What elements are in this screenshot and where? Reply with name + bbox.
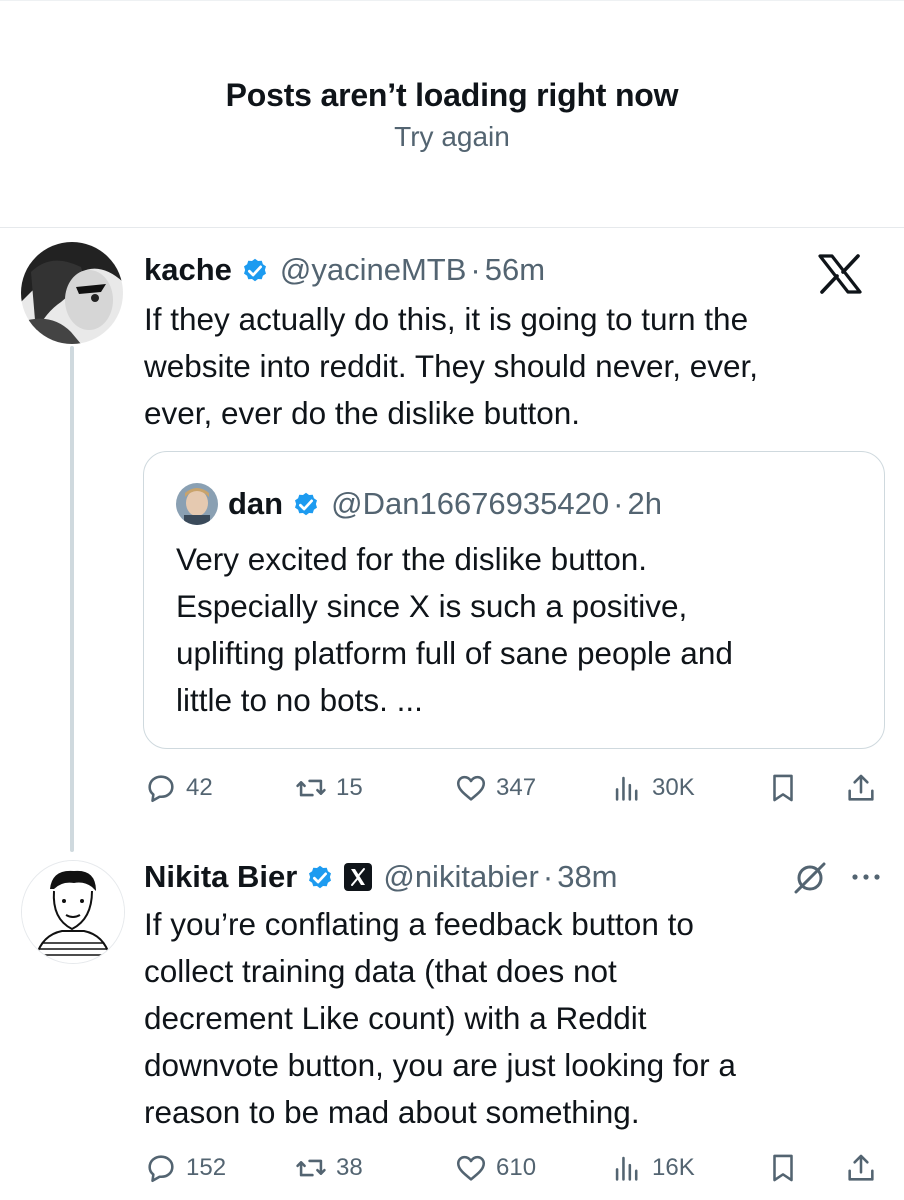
views-count: 30K [652, 774, 695, 801]
reply-button[interactable]: 42 [144, 768, 213, 808]
views-icon [615, 776, 638, 801]
post-text: If they actually do this, it is going to… [144, 296, 864, 437]
quote-header: dan @Dan16676935420 · 2h [176, 482, 662, 526]
views-button[interactable]: 30K [610, 768, 695, 808]
posts-error-banner: Posts aren’t loading right now Try again [0, 0, 904, 228]
reply-button[interactable]: 152 [144, 1148, 226, 1188]
text-line: website into reddit. They should never, … [144, 348, 759, 384]
reply-icon [148, 1155, 174, 1183]
share-icon [848, 1154, 874, 1181]
post-actions: 42 15 347 30K [144, 768, 884, 808]
post-actions: 152 38 610 16K [144, 1148, 884, 1188]
bookmark-icon [773, 774, 793, 802]
post-time[interactable]: 38m [557, 859, 617, 895]
text-line: decrement Like count) with a Reddit [144, 1000, 647, 1036]
repost-count: 38 [336, 1154, 363, 1181]
text-line: Especially since X is such a positive, [176, 588, 688, 624]
reply-icon [148, 775, 174, 803]
text-line: reason to be mad about something. [144, 1094, 640, 1130]
text-line: If you’re conflating a feedback button t… [144, 906, 694, 942]
share-icon [848, 774, 874, 801]
separator: · [542, 859, 554, 894]
views-icon [615, 1156, 638, 1181]
quote-avatar[interactable] [176, 483, 218, 525]
text-line: If they actually do this, it is going to… [144, 301, 749, 337]
try-again-button[interactable]: Try again [0, 121, 904, 153]
x-affiliate-badge-icon [343, 862, 373, 892]
avatar[interactable] [21, 242, 123, 344]
quote-author-name[interactable]: dan [228, 486, 283, 522]
repost-icon [296, 779, 326, 797]
author-handle[interactable]: @nikitabier [383, 859, 539, 895]
text-line: uplifting platform full of sane people a… [176, 635, 733, 671]
verified-badge-icon [305, 862, 335, 892]
share-button[interactable] [844, 768, 878, 808]
bookmark-button[interactable] [766, 768, 800, 808]
author-handle[interactable]: @yacineMTB [280, 252, 467, 288]
repost-count: 15 [336, 774, 363, 801]
like-count: 347 [496, 774, 537, 801]
text-line: little to no bots. ... [176, 682, 423, 718]
more-icon[interactable] [848, 862, 884, 892]
verified-badge-icon [291, 489, 321, 519]
author-name[interactable]: Nikita Bier [144, 859, 297, 895]
quote-author-handle[interactable]: @Dan16676935420 [331, 486, 609, 522]
quoted-post[interactable]: dan @Dan16676935420 · 2h Very excited fo… [143, 451, 885, 749]
repost-icon [296, 1159, 326, 1177]
like-count: 610 [496, 1154, 537, 1181]
like-button[interactable]: 347 [454, 768, 536, 808]
reply-count: 42 [186, 774, 213, 801]
avatar[interactable] [21, 860, 125, 964]
quote-time: 2h [627, 486, 662, 521]
post-header: kache @yacineMTB · 56m [144, 250, 545, 290]
like-icon [456, 775, 486, 801]
repost-button[interactable]: 15 [294, 768, 363, 808]
like-button[interactable]: 610 [454, 1148, 536, 1188]
verified-badge-icon [240, 255, 270, 285]
bookmark-button[interactable] [766, 1148, 800, 1188]
views-button[interactable]: 16K [610, 1148, 695, 1188]
text-line: collect training data (that does not [144, 953, 617, 989]
repost-button[interactable]: 38 [294, 1148, 363, 1188]
post-header: Nikita Bier @nikitabier · 38m [144, 857, 618, 897]
share-button[interactable] [844, 1148, 878, 1188]
bookmark-icon [773, 1154, 793, 1182]
post-time[interactable]: 56m [485, 252, 545, 288]
separator: · [470, 252, 481, 287]
like-icon [456, 1155, 486, 1181]
x-logo-icon [818, 254, 862, 294]
quote-text: Very excited for the dislike button. Esp… [176, 536, 856, 724]
text-line: downvote button, you are just looking fo… [144, 1047, 736, 1083]
text-line: Very excited for the dislike button. [176, 541, 648, 577]
separator: · [613, 486, 624, 521]
banner-title: Posts aren’t loading right now [225, 77, 679, 113]
thread-line [70, 346, 74, 852]
post-text: If you’re conflating a feedback button t… [144, 901, 864, 1136]
text-line: ever, ever do the dislike button. [144, 395, 581, 431]
grok-slash-icon[interactable] [790, 858, 830, 898]
reply-count: 152 [186, 1154, 227, 1181]
views-count: 16K [652, 1154, 695, 1181]
author-name[interactable]: kache [144, 252, 232, 288]
